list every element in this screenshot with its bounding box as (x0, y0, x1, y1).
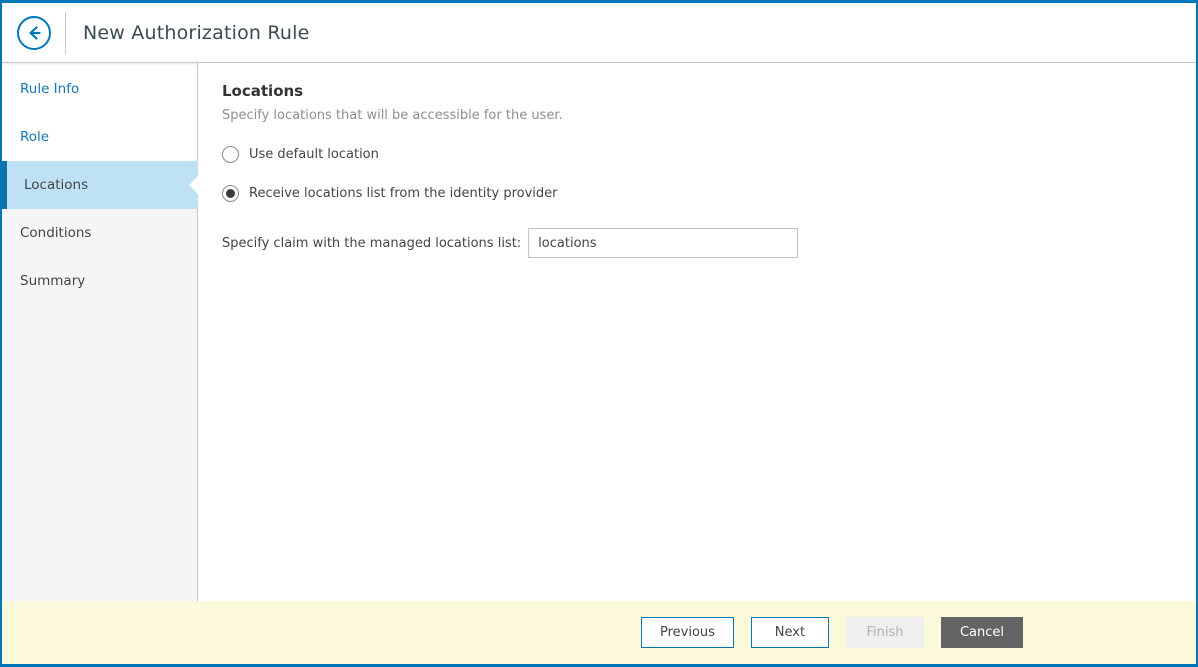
section-description: Specify locations that will be accessibl… (222, 108, 563, 123)
next-button[interactable]: Next (750, 617, 829, 648)
sidebar-item-conditions[interactable]: Conditions (2, 209, 197, 257)
cancel-button[interactable]: Cancel (940, 617, 1023, 648)
page-title: New Authorization Rule (83, 21, 310, 44)
radio-unselected-icon (222, 146, 239, 163)
section-heading: Locations (222, 82, 304, 100)
back-button[interactable] (17, 15, 51, 50)
sidebar-item-role[interactable]: Role (2, 113, 197, 161)
wizard-steps-sidebar: Rule Info Role Locations Conditions Summ… (2, 63, 198, 601)
claim-row: Specify claim with the managed locations… (222, 228, 1166, 258)
radio-label: Receive locations list from the identity… (249, 186, 558, 201)
wizard-window: New Authorization Rule Rule Info Role Lo… (0, 0, 1198, 667)
step-label: Locations (24, 177, 89, 193)
radio-selected-icon (222, 185, 239, 202)
previous-button[interactable]: Previous (641, 617, 734, 648)
step-label: Rule Info (20, 81, 80, 97)
back-arrow-icon (25, 24, 43, 42)
sidebar-item-rule-info[interactable]: Rule Info (2, 65, 197, 113)
sidebar-item-summary[interactable]: Summary (2, 257, 197, 305)
wizard-content: Locations Specify locations that will be… (198, 63, 1196, 601)
header-divider (65, 11, 66, 54)
wizard-header: New Authorization Rule (2, 3, 1196, 63)
radio-use-default-location[interactable]: Use default location (222, 146, 1166, 163)
claim-input[interactable] (528, 228, 799, 258)
step-label: Conditions (20, 225, 92, 241)
finish-button[interactable]: Finish (845, 617, 924, 648)
sidebar-item-locations[interactable]: Locations (2, 161, 198, 209)
claim-label: Specify claim with the managed locations… (222, 235, 522, 251)
radio-label: Use default location (249, 147, 379, 162)
radio-receive-locations-list[interactable]: Receive locations list from the identity… (222, 185, 1166, 202)
step-label: Summary (20, 273, 86, 289)
step-label: Role (20, 129, 50, 145)
wizard-footer: Previous Next Finish Cancel (2, 601, 1196, 664)
